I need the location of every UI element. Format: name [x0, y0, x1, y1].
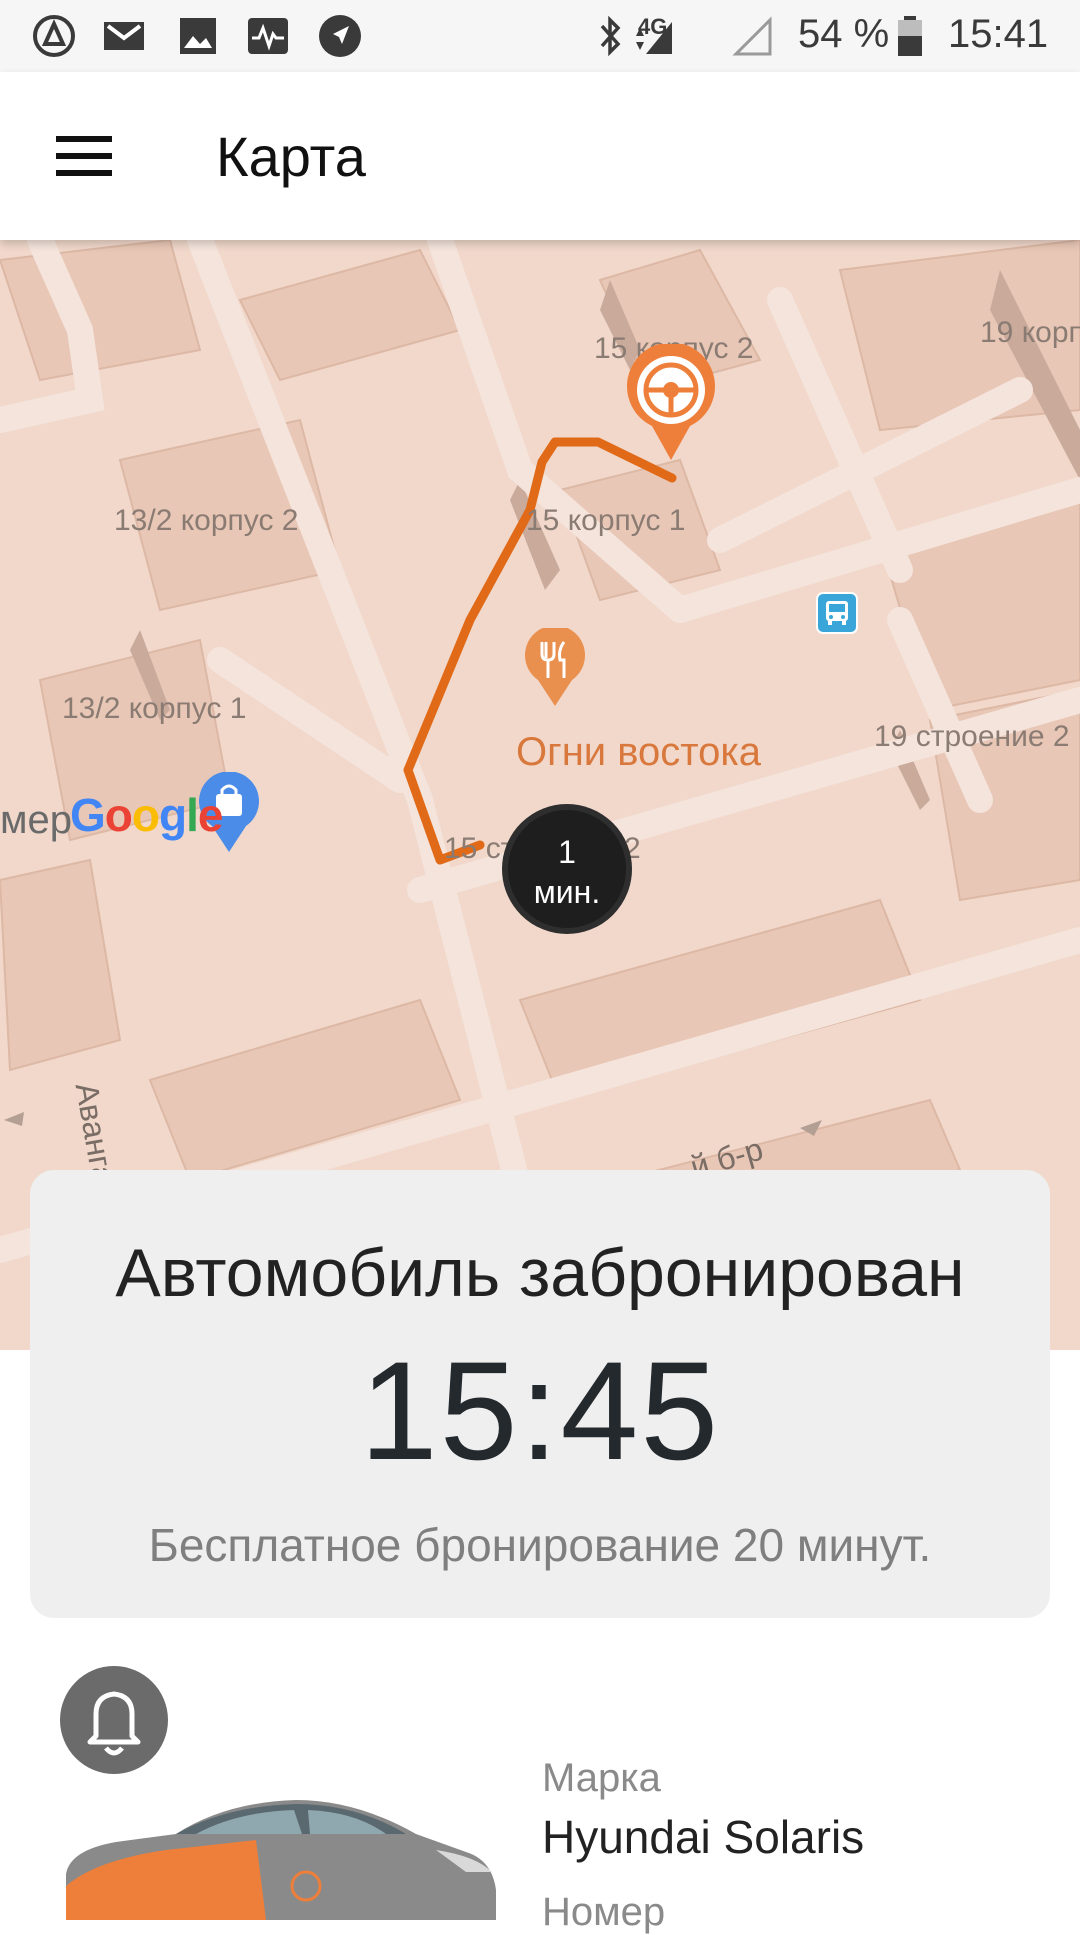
- booking-note: Бесплатное бронирование 20 минут.: [148, 1519, 932, 1571]
- booking-until-time: 15:45: [359, 1332, 721, 1489]
- page-title: Карта: [216, 125, 366, 188]
- activity-icon: [248, 18, 288, 54]
- battery-icon: [898, 16, 922, 56]
- image-icon: [180, 18, 216, 54]
- map-label: 19 строение 2: [874, 720, 1070, 753]
- map-label: 13/2 корпус 2: [114, 504, 299, 537]
- booking-title: Автомобиль забронирован: [115, 1235, 965, 1311]
- route-time-value: 1: [558, 834, 576, 870]
- route-time-badge: 1 мин.: [502, 804, 632, 934]
- app-bar: Карта: [0, 72, 1080, 240]
- bluetooth-icon: [600, 15, 621, 57]
- route-time-unit: мин.: [533, 874, 601, 910]
- car-location-pin-icon[interactable]: [622, 344, 720, 464]
- car-image: [66, 1800, 496, 1920]
- status-bar: 4G 54 % 15:41: [0, 0, 1080, 72]
- bell-icon: [87, 1691, 141, 1756]
- car-make-label: Марка: [542, 1756, 661, 1800]
- map-label: 19 корп: [980, 316, 1080, 349]
- signal-empty-icon: [732, 16, 772, 56]
- google-logo: Google: [70, 789, 223, 841]
- map-label: 13/2 корпус 1: [62, 692, 247, 725]
- restaurant-icon[interactable]: [524, 628, 586, 708]
- status-clock: 15:41: [948, 12, 1049, 56]
- mail-icon: [104, 22, 144, 50]
- signal-strength-icon: [636, 22, 672, 54]
- car-number-label: Номер: [542, 1890, 666, 1934]
- notification-button[interactable]: [60, 1666, 168, 1774]
- booking-card: Автомобиль забронирован 15:45 Бесплатное…: [30, 1170, 1050, 1618]
- car-make-value: Hyundai Solaris: [542, 1811, 865, 1863]
- map-label: мер: [0, 798, 72, 842]
- menu-icon[interactable]: [40, 122, 128, 190]
- bus-stop-icon[interactable]: [816, 592, 858, 634]
- location-arrow-icon: [319, 15, 361, 57]
- battery-percent: 54 %: [798, 12, 890, 56]
- map-label: 15 корпус 1: [526, 504, 686, 537]
- navigation-app-icon: [33, 15, 75, 57]
- poi-name: Огни востока: [516, 730, 762, 774]
